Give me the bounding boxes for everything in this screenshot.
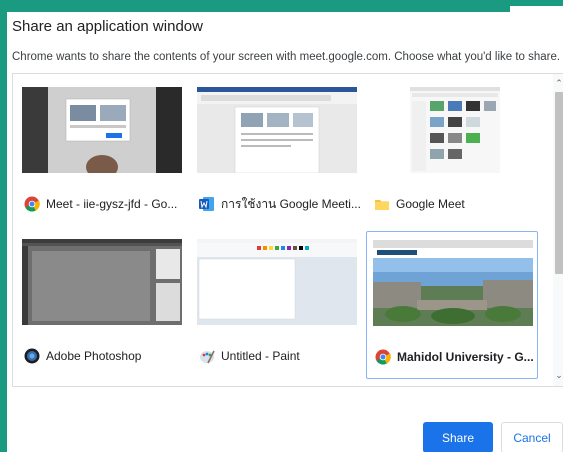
background-frame-left bbox=[0, 0, 7, 452]
window-tile-label: Untitled - Paint bbox=[199, 345, 300, 367]
paint-icon bbox=[199, 348, 215, 364]
share-window-dialog: Share an application window Chrome wants… bbox=[7, 6, 563, 452]
window-tile-mahidol[interactable]: Mahidol University - G... bbox=[366, 231, 538, 379]
window-title: Meet - iie-gysz-jfd - Go... bbox=[46, 197, 178, 211]
scroll-up-arrow-icon[interactable]: ⌃ bbox=[553, 76, 563, 90]
window-tile-explorer[interactable]: Google Meet bbox=[366, 79, 538, 227]
window-tile-photoshop[interactable]: Adobe Photoshop bbox=[16, 231, 188, 379]
chrome-icon bbox=[24, 196, 40, 212]
window-thumbnail bbox=[22, 87, 182, 173]
window-thumbnail bbox=[372, 87, 532, 173]
photoshop-icon bbox=[24, 348, 40, 364]
background-frame-top bbox=[7, 6, 510, 12]
dialog-subtitle: Chrome wants to share the contents of yo… bbox=[12, 51, 561, 63]
window-tile-label: Meet - iie-gysz-jfd - Go... bbox=[24, 193, 177, 215]
window-tile-paint[interactable]: Untitled - Paint bbox=[191, 231, 363, 379]
window-tile-label: Google Meet bbox=[374, 193, 465, 215]
grid-scrollbar[interactable]: ⌃ ⌄ bbox=[553, 74, 563, 386]
window-tile-label: Adobe Photoshop bbox=[24, 345, 141, 367]
folder-icon bbox=[374, 196, 390, 212]
share-button[interactable]: Share bbox=[423, 422, 493, 452]
window-thumbnail bbox=[22, 239, 182, 325]
window-thumbnail bbox=[197, 87, 357, 173]
window-tile-label: การใช้งาน Google Meeti... bbox=[199, 193, 361, 215]
scroll-down-arrow-icon[interactable]: ⌄ bbox=[553, 368, 563, 382]
window-title: Adobe Photoshop bbox=[46, 349, 142, 363]
window-tile-label: Mahidol University - G... bbox=[375, 346, 534, 368]
window-title: การใช้งาน Google Meeti... bbox=[221, 196, 361, 211]
window-title: Mahidol University - G... bbox=[397, 350, 534, 364]
window-picker-grid: Meet - iie-gysz-jfd - Go... การใช้งาน Go… bbox=[12, 73, 563, 387]
chrome-icon bbox=[375, 349, 391, 365]
window-tile-word[interactable]: การใช้งาน Google Meeti... bbox=[191, 79, 363, 227]
scrollbar-thumb[interactable] bbox=[555, 92, 563, 274]
window-title: Untitled - Paint bbox=[221, 349, 300, 363]
cancel-button[interactable]: Cancel bbox=[501, 422, 563, 452]
word-icon bbox=[199, 196, 215, 212]
window-thumbnail bbox=[197, 239, 357, 325]
dialog-title: Share an application window bbox=[12, 18, 203, 35]
window-title: Google Meet bbox=[396, 197, 465, 211]
window-thumbnail bbox=[373, 240, 533, 326]
window-tile-meet[interactable]: Meet - iie-gysz-jfd - Go... bbox=[16, 79, 188, 227]
